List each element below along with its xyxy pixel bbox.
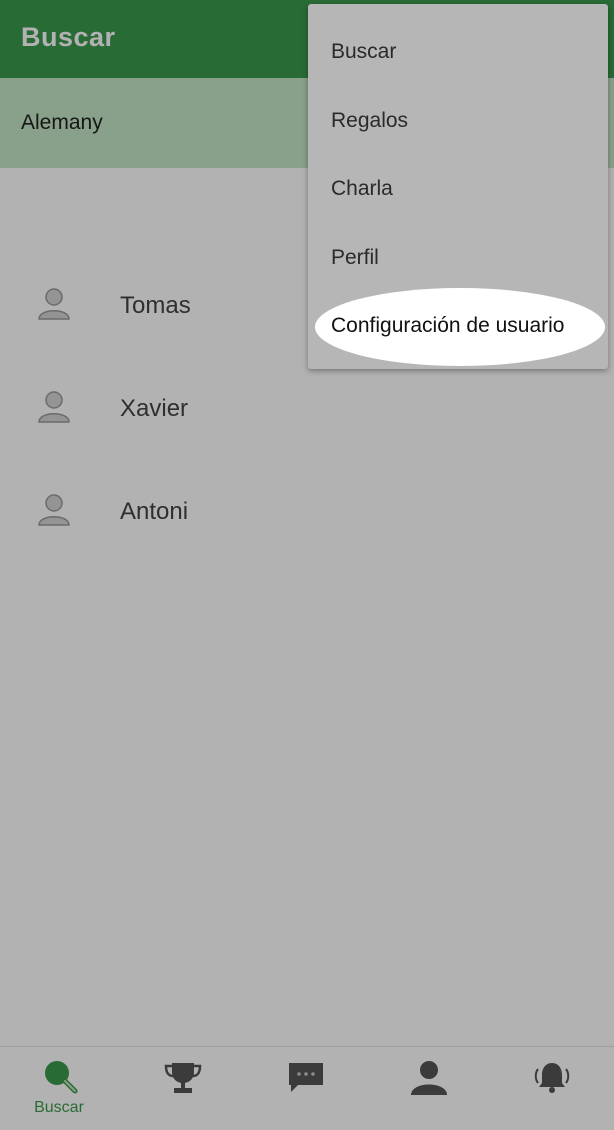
menu-item-regalos[interactable]: Regalos [308,86,608,154]
menu-item-label: Charla [331,177,393,200]
menu-item-label: Buscar [331,40,397,63]
overflow-menu: Buscar Regalos Charla Perfil Configuraci… [308,4,608,369]
menu-item-configuracion[interactable]: Configuración de usuario [308,288,608,366]
menu-item-label: Configuración de usuario [331,314,565,337]
menu-item-label: Regalos [331,109,409,132]
menu-item-perfil[interactable]: Perfil [308,223,608,291]
menu-item-buscar[interactable]: Buscar [308,17,608,85]
menu-item-label: Perfil [331,246,379,269]
menu-item-charla[interactable]: Charla [308,154,608,222]
